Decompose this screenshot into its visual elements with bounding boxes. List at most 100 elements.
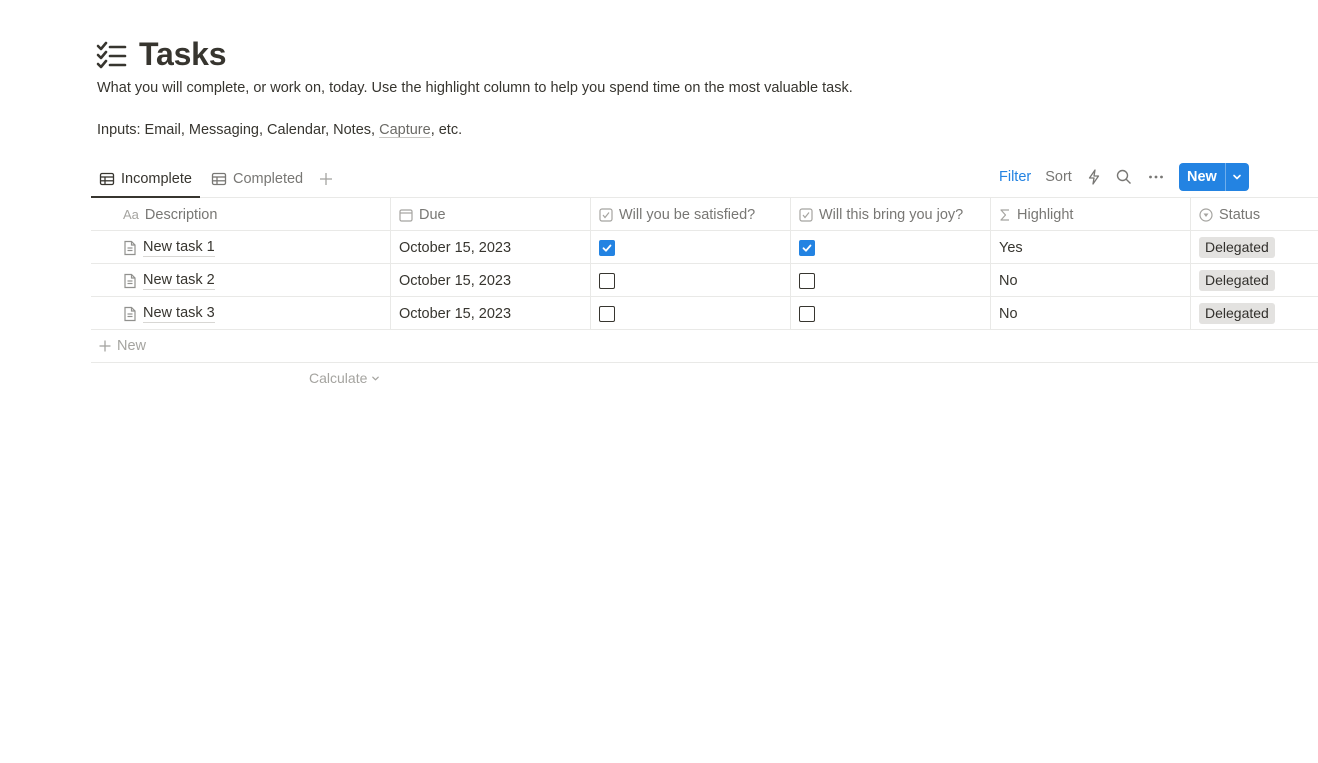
- table-row[interactable]: New task 1 October 15, 2023 Yes Delegated: [91, 231, 1318, 264]
- task-title: New task 3: [143, 304, 215, 323]
- column-header-status[interactable]: Status: [1191, 198, 1318, 231]
- column-label: Due: [419, 206, 446, 223]
- highlight-value: No: [999, 272, 1018, 289]
- column-header-due[interactable]: Due: [391, 198, 591, 231]
- column-label: Description: [144, 206, 218, 223]
- capture-link[interactable]: Capture: [379, 122, 431, 138]
- table-view-icon: [211, 172, 227, 185]
- new-button[interactable]: New: [1179, 163, 1225, 191]
- task-title: New task 2: [143, 271, 215, 290]
- plus-icon: [99, 340, 111, 352]
- checkmark-icon: [802, 244, 812, 252]
- due-date: October 15, 2023: [399, 305, 512, 322]
- status-badge: Delegated: [1199, 303, 1275, 324]
- sigma-icon: [1000, 208, 1009, 221]
- page-description: What you will complete, or work on, toda…: [97, 80, 853, 96]
- due-cell[interactable]: October 15, 2023: [391, 231, 591, 264]
- status-cell[interactable]: Delegated: [1191, 297, 1318, 330]
- tasks-table: Aa Description Due Will you be satisfied…: [91, 198, 1318, 363]
- task-name[interactable]: New task 3: [123, 305, 215, 323]
- column-label: Will this bring you joy?: [819, 206, 964, 223]
- add-row-button[interactable]: New: [91, 330, 1318, 363]
- calendar-icon: [399, 208, 413, 222]
- table-row[interactable]: New task 3 October 15, 2023 No Delegated: [91, 297, 1318, 330]
- description-cell[interactable]: New task 3: [91, 297, 391, 330]
- database-toolbar: Incomplete Completed Filter Sort New: [91, 160, 1318, 198]
- column-header-description[interactable]: Aa Description: [91, 198, 391, 231]
- table-view-icon: [99, 172, 115, 185]
- checkbox-icon: [599, 207, 613, 222]
- more-options-button[interactable]: [1148, 169, 1164, 185]
- status-badge: Delegated: [1199, 237, 1275, 258]
- checkmark-icon: [602, 244, 612, 252]
- status-icon: [1199, 207, 1213, 222]
- satisfied-checkbox[interactable]: [599, 272, 615, 289]
- table-row[interactable]: New task 2 October 15, 2023 No Delegated: [91, 264, 1318, 297]
- tab-incomplete[interactable]: Incomplete: [91, 160, 200, 198]
- highlight-cell[interactable]: No: [991, 264, 1191, 297]
- checkbox-icon: [799, 207, 813, 222]
- column-header-joy[interactable]: Will this bring you joy?: [791, 198, 991, 231]
- due-cell[interactable]: October 15, 2023: [391, 297, 591, 330]
- table-body: New task 1 October 15, 2023 Yes Delegated Ne…: [91, 231, 1318, 330]
- satisfied-cell: [591, 297, 791, 330]
- inputs-line: Inputs: Email, Messaging, Calendar, Note…: [97, 122, 462, 138]
- highlight-cell[interactable]: No: [991, 297, 1191, 330]
- ellipsis-icon: [1148, 175, 1163, 179]
- column-header-satisfied[interactable]: Will you be satisfied?: [591, 198, 791, 231]
- page-header: Tasks: [95, 36, 227, 73]
- column-label: Status: [1219, 206, 1261, 223]
- description-cell[interactable]: New task 1: [91, 231, 391, 264]
- satisfied-cell: [591, 264, 791, 297]
- satisfied-checkbox[interactable]: [599, 305, 615, 322]
- text-type-icon: Aa: [123, 207, 139, 222]
- chevron-down-icon: [1233, 174, 1242, 180]
- joy-cell: [791, 231, 991, 264]
- task-name[interactable]: New task 2: [123, 272, 215, 290]
- tab-completed-label: Completed: [233, 170, 304, 187]
- highlight-value: No: [999, 305, 1018, 322]
- column-header-highlight[interactable]: Highlight: [991, 198, 1191, 231]
- task-title: New task 1: [143, 238, 215, 257]
- tab-incomplete-label: Incomplete: [121, 170, 192, 187]
- highlight-cell[interactable]: Yes: [991, 231, 1191, 264]
- search-button[interactable]: [1116, 169, 1132, 185]
- lightning-icon: [1088, 169, 1099, 185]
- automation-button[interactable]: [1088, 169, 1100, 185]
- page-icon: [124, 240, 136, 255]
- sort-button[interactable]: Sort: [1045, 169, 1072, 185]
- satisfied-checkbox[interactable]: [599, 239, 615, 256]
- chevron-down-icon: [372, 376, 380, 380]
- add-view-button[interactable]: [315, 160, 343, 197]
- highlight-value: Yes: [999, 239, 1023, 256]
- status-badge: Delegated: [1199, 270, 1275, 291]
- filter-button[interactable]: Filter: [999, 169, 1031, 185]
- search-icon: [1116, 169, 1131, 184]
- page-icon: [124, 306, 136, 321]
- column-label: Will you be satisfied?: [619, 206, 756, 223]
- status-cell[interactable]: Delegated: [1191, 264, 1318, 297]
- plus-icon: [320, 172, 332, 185]
- due-date: October 15, 2023: [399, 272, 512, 289]
- page-title: Tasks: [139, 36, 227, 72]
- joy-checkbox[interactable]: [799, 305, 815, 322]
- description-cell[interactable]: New task 2: [91, 264, 391, 297]
- new-dropdown-button[interactable]: [1224, 163, 1249, 191]
- inputs-prefix: Inputs: Email, Messaging, Calendar, Note…: [97, 122, 380, 138]
- checklist-icon[interactable]: [95, 39, 127, 71]
- joy-checkbox[interactable]: [799, 272, 815, 289]
- calculate-button[interactable]: Calculate: [309, 370, 380, 386]
- column-label: Highlight: [1017, 206, 1074, 223]
- joy-checkbox[interactable]: [799, 239, 815, 256]
- status-cell[interactable]: Delegated: [1191, 231, 1318, 264]
- tab-completed[interactable]: Completed: [203, 160, 311, 197]
- task-name[interactable]: New task 1: [123, 239, 215, 257]
- joy-cell: [791, 297, 991, 330]
- table-header-row: Aa Description Due Will you be satisfied…: [91, 198, 1318, 231]
- due-cell[interactable]: October 15, 2023: [391, 264, 591, 297]
- toolbar-actions: Filter Sort: [999, 163, 1164, 191]
- inputs-suffix: , etc.: [430, 122, 463, 138]
- due-date: October 15, 2023: [399, 239, 512, 256]
- joy-cell: [791, 264, 991, 297]
- satisfied-cell: [591, 231, 791, 264]
